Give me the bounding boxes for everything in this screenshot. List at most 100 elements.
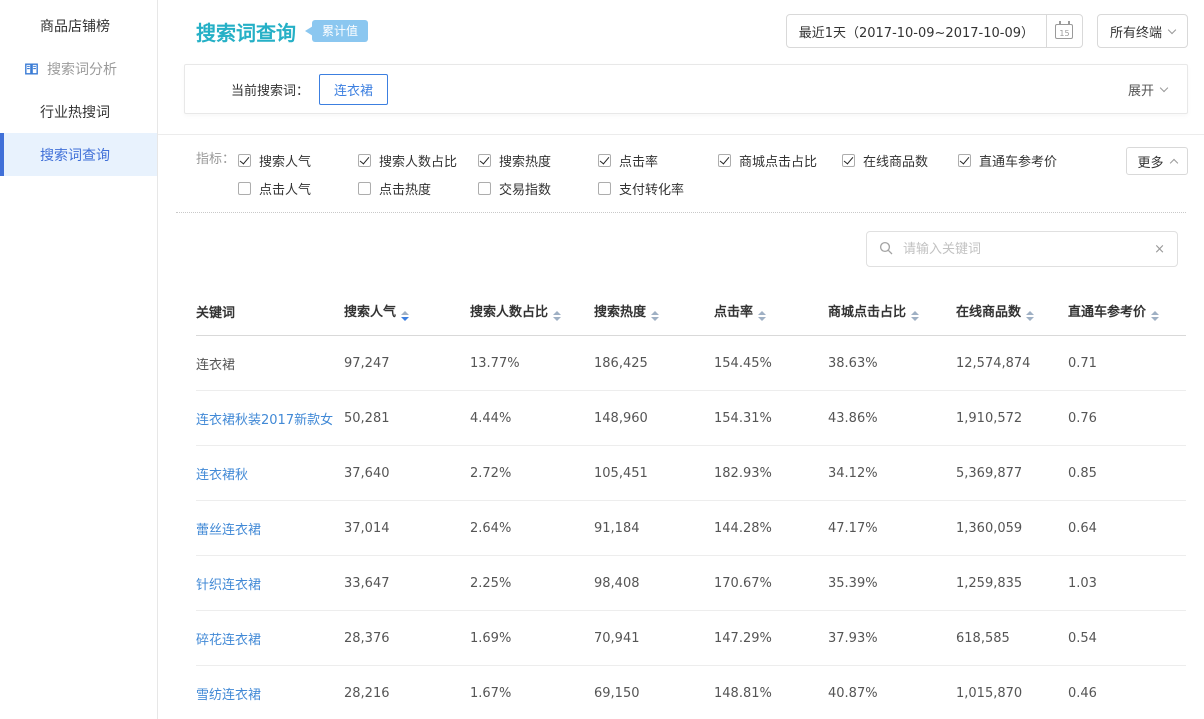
checkbox-checked-icon <box>478 154 491 167</box>
sort-icon[interactable] <box>553 311 561 321</box>
checkbox-unchecked-icon <box>238 182 251 195</box>
cell: 186,425 <box>594 336 714 391</box>
sort-icon-active-desc[interactable] <box>401 311 409 321</box>
indicator-checkbox-mall-click-ratio[interactable]: 商城点击占比 <box>718 151 842 170</box>
terminal-dropdown[interactable]: 所有终端 <box>1097 14 1188 48</box>
calendar-button[interactable]: 15 <box>1046 15 1082 47</box>
cell: 28,376 <box>344 611 470 666</box>
indicator-checkbox-click-rate[interactable]: 点击率 <box>598 151 718 170</box>
keyword-metrics-table: 关键词 搜索人气 搜索人数占比 搜索热度 点击率 商城点击占比 在线商品数 直通… <box>196 289 1186 719</box>
date-range-picker[interactable]: 最近1天（2017-10-09~2017-10-09） 15 <box>786 14 1083 48</box>
cell: 98,408 <box>594 556 714 611</box>
current-search-panel: 当前搜索词： 连衣裙 展开 <box>184 64 1188 114</box>
indicator-checkbox-payment-conversion[interactable]: 支付转化率 <box>598 179 718 198</box>
cell: 70,941 <box>594 611 714 666</box>
cell: 91,184 <box>594 501 714 556</box>
cell: 28,216 <box>344 666 470 719</box>
terminal-dropdown-value: 所有终端 <box>1110 22 1162 41</box>
indicator-label: 在线商品数 <box>863 151 928 170</box>
app-window: 商品店铺榜 搜索词分析 行业热搜词 搜索词查询 搜索词查询 累计值 <box>0 0 1204 719</box>
cell: 618,585 <box>956 611 1068 666</box>
keyword-link[interactable]: 连衣裙秋装2017新款女 <box>196 391 344 446</box>
table-row: 碎花连衣裙 28,376 1.69% 70,941 147.29% 37.93%… <box>196 611 1186 666</box>
chevron-down-icon <box>1160 83 1168 91</box>
indicator-checkbox-search-popularity[interactable]: 搜索人气 <box>238 151 358 170</box>
column-header-online-products[interactable]: 在线商品数 <box>956 289 1068 336</box>
keyword-link[interactable]: 针织连衣裙 <box>196 556 344 611</box>
indicator-label: 搜索热度 <box>499 151 551 170</box>
checkbox-checked-icon <box>958 154 971 167</box>
checkbox-checked-icon <box>238 154 251 167</box>
cell: 144.28% <box>714 501 828 556</box>
keyword-link[interactable]: 碎花连衣裙 <box>196 611 344 666</box>
main-content: 搜索词查询 累计值 最近1天（2017-10-09~2017-10-09） 15… <box>158 0 1204 719</box>
cell: 37,014 <box>344 501 470 556</box>
indicator-label: 点击人气 <box>259 179 311 198</box>
sort-icon[interactable] <box>651 311 659 321</box>
indicator-label: 商城点击占比 <box>739 151 817 170</box>
indicator-checkbox-ztc-reference-price[interactable]: 直通车参考价 <box>958 151 1057 170</box>
ledger-book-icon <box>24 62 39 76</box>
cell: 0.64 <box>1068 501 1186 556</box>
keyword-search-input[interactable] <box>901 241 1146 258</box>
sidebar-item-search-word-query[interactable]: 搜索词查询 <box>0 133 157 176</box>
cell: 147.29% <box>714 611 828 666</box>
cell: 0.54 <box>1068 611 1186 666</box>
calendar-icon: 15 <box>1055 24 1073 39</box>
sidebar: 商品店铺榜 搜索词分析 行业热搜词 搜索词查询 <box>0 0 158 719</box>
cell: 0.46 <box>1068 666 1186 719</box>
column-header-search-popularity[interactable]: 搜索人气 <box>344 289 470 336</box>
indicator-checkbox-transaction-index[interactable]: 交易指数 <box>478 179 598 198</box>
cell: 13.77% <box>470 336 594 391</box>
cell: 182.93% <box>714 446 828 501</box>
sort-icon[interactable] <box>911 311 919 321</box>
column-header-search-heat[interactable]: 搜索热度 <box>594 289 714 336</box>
indicator-label: 点击率 <box>619 151 658 170</box>
cell: 12,574,874 <box>956 336 1068 391</box>
indicator-checkbox-online-products[interactable]: 在线商品数 <box>842 151 958 170</box>
indicator-label: 点击热度 <box>379 179 431 198</box>
cumulative-value-badge: 累计值 <box>312 20 368 42</box>
cell: 1,360,059 <box>956 501 1068 556</box>
keyword-link[interactable]: 蕾丝连衣裙 <box>196 501 344 556</box>
sort-icon[interactable] <box>1151 311 1159 321</box>
cell: 43.86% <box>828 391 956 446</box>
indicator-label: 交易指数 <box>499 179 551 198</box>
checkbox-unchecked-icon <box>478 182 491 195</box>
indicator-label: 直通车参考价 <box>979 151 1057 170</box>
keyword-link[interactable]: 连衣裙秋 <box>196 446 344 501</box>
cell: 37,640 <box>344 446 470 501</box>
sort-icon[interactable] <box>1026 311 1034 321</box>
cell: 0.71 <box>1068 336 1186 391</box>
sidebar-item-industry-hot-words[interactable]: 行业热搜词 <box>0 90 157 133</box>
column-header-mall-click-ratio[interactable]: 商城点击占比 <box>828 289 956 336</box>
cell: 170.67% <box>714 556 828 611</box>
magnifier-icon <box>879 240 893 259</box>
expand-label: 展开 <box>1128 80 1154 99</box>
column-header-search-user-ratio[interactable]: 搜索人数占比 <box>470 289 594 336</box>
current-search-term-button[interactable]: 连衣裙 <box>319 74 388 105</box>
clear-search-icon[interactable]: × <box>1154 242 1165 257</box>
indicator-checkbox-click-popularity[interactable]: 点击人气 <box>238 179 358 198</box>
cell: 1.03 <box>1068 556 1186 611</box>
chevron-down-icon <box>1168 25 1176 33</box>
keyword-link[interactable]: 雪纺连衣裙 <box>196 666 344 719</box>
more-indicators-button[interactable]: 更多 <box>1126 147 1188 175</box>
cell: 38.63% <box>828 336 956 391</box>
indicator-checkbox-click-heat[interactable]: 点击热度 <box>358 179 478 198</box>
date-range-text: 最近1天（2017-10-09~2017-10-09） <box>787 15 1046 47</box>
cell: 148,960 <box>594 391 714 446</box>
more-label: 更多 <box>1137 152 1163 171</box>
sidebar-item-product-shop-ranking[interactable]: 商品店铺榜 <box>0 4 157 47</box>
sidebar-item-search-word-analysis[interactable]: 搜索词分析 <box>0 47 157 90</box>
sort-icon[interactable] <box>758 311 766 321</box>
table-header-row: 关键词 搜索人气 搜索人数占比 搜索热度 点击率 商城点击占比 在线商品数 直通… <box>196 289 1186 336</box>
indicator-checkbox-search-heat[interactable]: 搜索热度 <box>478 151 598 170</box>
indicator-checkbox-search-user-ratio[interactable]: 搜索人数占比 <box>358 151 478 170</box>
column-header-ztc-reference-price[interactable]: 直通车参考价 <box>1068 289 1186 336</box>
page-title: 搜索词查询 <box>196 17 296 46</box>
cell: 2.25% <box>470 556 594 611</box>
current-search-label: 当前搜索词： <box>231 80 309 99</box>
column-header-click-rate[interactable]: 点击率 <box>714 289 828 336</box>
expand-toggle[interactable]: 展开 <box>1128 80 1167 99</box>
